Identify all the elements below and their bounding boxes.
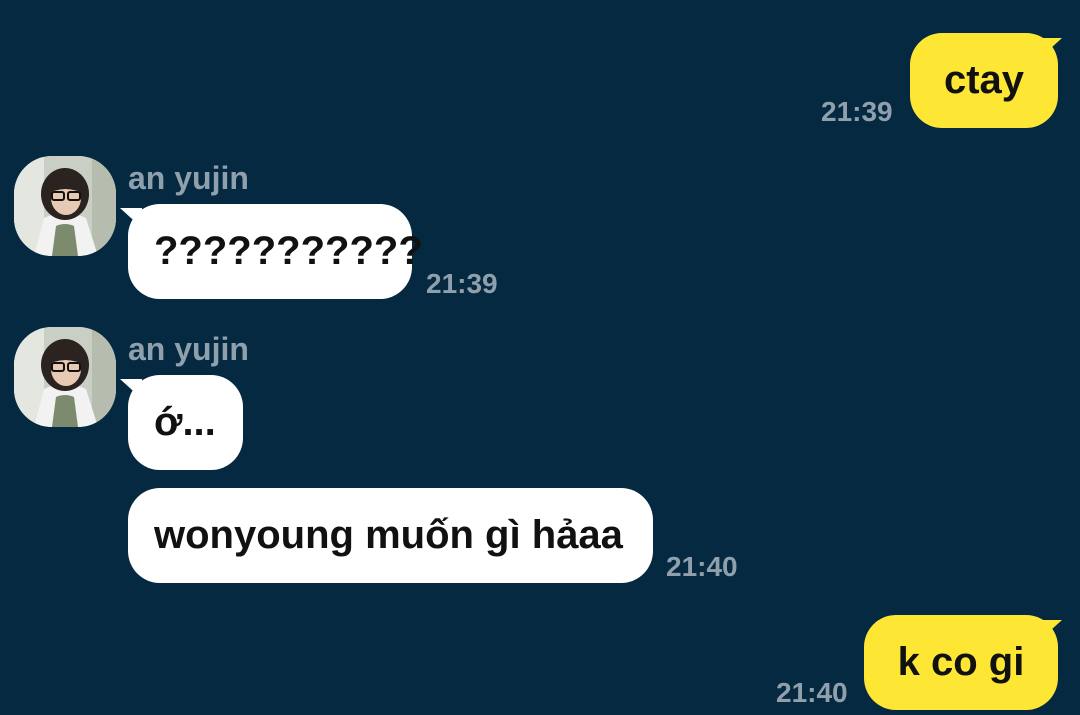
- message-bubble[interactable]: ctay: [910, 33, 1058, 128]
- user-photo-icon: [14, 156, 116, 256]
- message-bubble[interactable]: ớ...: [128, 375, 243, 470]
- message-text: ctay: [943, 58, 1025, 102]
- message-timestamp: 21:39: [426, 268, 498, 299]
- message-timestamp: 21:40: [776, 677, 848, 708]
- message-bubble[interactable]: k co gi: [864, 615, 1058, 710]
- chat-message-list[interactable]: 21:39 ctay an yujin ??????????? 21:39 an…: [0, 0, 1080, 715]
- message-text: wonyoung muốn gì hảaa: [154, 513, 623, 557]
- sender-name[interactable]: an yujin: [128, 331, 249, 368]
- message-text: ớ...: [154, 400, 216, 444]
- sender-name[interactable]: an yujin: [128, 160, 249, 197]
- message-text: k co gi: [897, 640, 1025, 684]
- bubble-tail: [1040, 620, 1062, 640]
- user-photo-icon: [14, 327, 116, 427]
- message-bubble[interactable]: ???????????: [128, 204, 423, 299]
- avatar[interactable]: [14, 156, 116, 256]
- message-timestamp: 21:40: [666, 551, 738, 582]
- avatar[interactable]: [14, 327, 116, 427]
- message-timestamp: 21:39: [821, 96, 893, 127]
- message-text: ???????????: [154, 229, 423, 273]
- message-bubble[interactable]: wonyoung muốn gì hảaa: [128, 488, 653, 583]
- bubble-tail: [1040, 38, 1062, 58]
